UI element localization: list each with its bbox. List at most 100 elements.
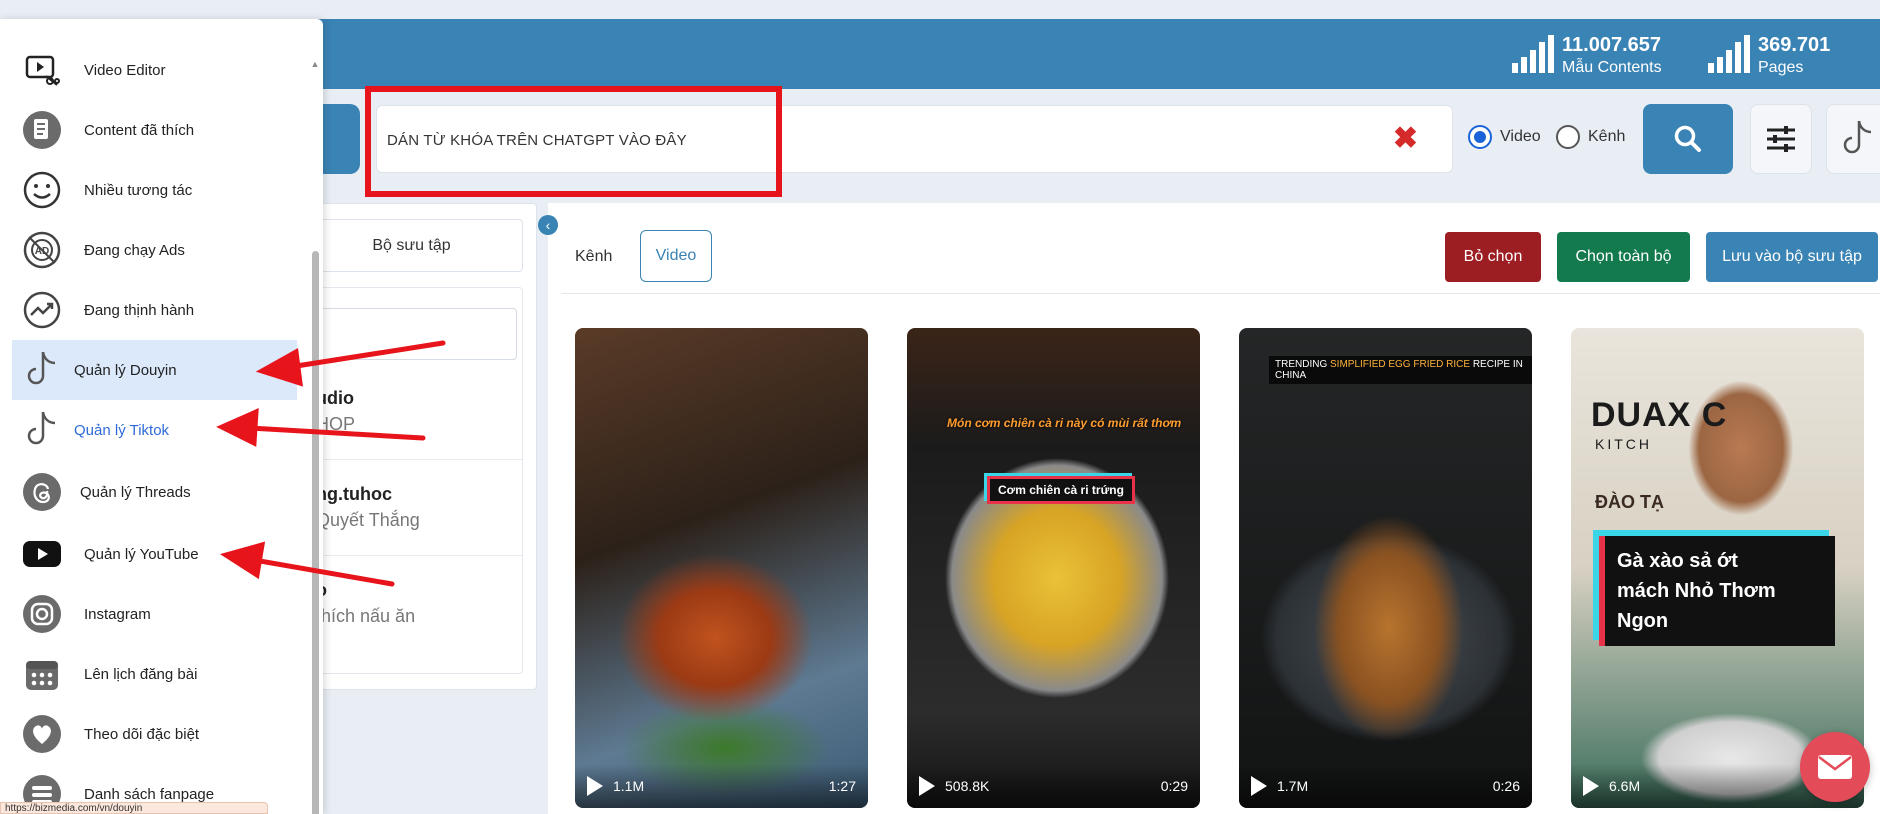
sidebar-item-label: Quản lý YouTube [84,545,199,563]
tab-collection[interactable]: Bộ sưu tập [300,219,523,272]
status-bar-url: https://bizmedia.com/vn/douyin [0,802,268,814]
video-caption: TRENDING SIMPLIFIED EGG FRIED RICE RECIP… [1269,356,1532,384]
contact-mail-button[interactable] [1800,732,1870,802]
video-card[interactable]: 1.1M 1:27 [575,328,868,808]
collection-item[interactable]: udio HOP [300,364,523,460]
search-icon [1674,125,1701,152]
video-duration: 0:26 [1492,778,1520,794]
sidebar-item-label: Theo dõi đặc biệt [84,725,200,743]
sidebar-item-label: Instagram [84,605,151,623]
sliders-icon [1767,126,1795,152]
collection-search-input[interactable] [306,308,517,360]
video-editor-icon [22,50,62,90]
collection-item[interactable]: o thích nấu ăn [300,556,523,652]
caption-line: Gà xào sả ớt [1617,550,1738,572]
radio-video[interactable]: Video [1468,125,1541,149]
document-icon [22,110,62,150]
stat-pages-label: Pages [1758,59,1804,76]
video-caption: KITCH [1595,436,1652,452]
sidebar-item-label: Nhiều tương tác [84,181,193,199]
deselect-button[interactable]: Bỏ chọn [1445,232,1541,282]
video-meta: 1.7M 0:26 [1239,764,1532,808]
sidebar-item-label: Quản lý Douyin [74,361,177,379]
caption-trending: TRENDING [1275,359,1328,370]
sidebar-item-douyin[interactable]: Quản lý Douyin [12,340,297,400]
douyin-icon [22,350,62,390]
bar-chart-icon [1708,35,1750,73]
divider [561,293,1880,294]
tiktok-platform-button[interactable] [1826,104,1880,174]
stat-contents-value: 11.007.657 [1562,34,1661,56]
sidebar-item-running-ads[interactable]: AD Đang chạy Ads [12,220,297,280]
smile-icon [22,170,62,210]
collection-item[interactable]: ng.tuhoc Quyết Thắng [300,460,523,556]
bar-chart-icon [1512,35,1554,73]
sidebar-item-youtube[interactable]: Quản lý YouTube [12,524,297,584]
filter-button[interactable] [1750,104,1812,174]
radio-channel[interactable]: Kênh [1556,125,1625,149]
mail-icon [1818,755,1852,779]
play-icon[interactable] [1583,776,1599,796]
sidebar-item-label: Đang thịnh hành [84,301,195,319]
caption-highlight: SIMPLIFIED EGG FRIED RICE [1330,359,1471,370]
search-button[interactable] [1643,104,1733,174]
video-caption: DUAX C [1591,396,1728,434]
sidebar-item-label: Video Editor [84,61,166,79]
radio-channel-dot[interactable] [1556,125,1580,149]
sidebar-item-label: Danh sách fanpage [84,785,215,803]
video-views: 1.1M [613,778,645,794]
heart-icon [22,714,62,754]
ad-icon: AD [22,230,62,270]
radio-video-dot[interactable] [1468,125,1492,149]
sidebar-item-tiktok[interactable]: Quản lý Tiktok [12,400,297,460]
search-input[interactable] [387,124,1287,156]
search-box: ✖ [376,105,1453,173]
calendar-icon [22,654,62,694]
scrollbar-thumb[interactable] [312,251,319,814]
video-caption-box: Cơm chiên cà ri trứng [987,476,1135,504]
radio-video-label: Video [1500,128,1541,145]
sidebar-item-label: Lên lịch đăng bài [84,665,198,683]
save-to-collection-button[interactable]: Lưu vào bộ sưu tập [1706,232,1878,282]
video-duration: 0:29 [1160,778,1188,794]
collection-item-subtitle: Quyết Thắng [316,510,420,530]
sidebar-item-label: Content đã thích [84,121,195,139]
play-icon[interactable] [587,776,603,796]
tiktok-icon [22,410,62,450]
stat-pages-value: 369.701 [1758,34,1831,56]
sidebar-item-high-engagement[interactable]: Nhiều tương tác [12,160,297,220]
video-caption: Món cơm chiên cà ri này có mùi rất thơm [947,416,1182,430]
radio-channel-label: Kênh [1588,128,1626,145]
tab-channel[interactable]: Kênh [575,248,612,266]
sidebar-item-liked-content[interactable]: Content đã thích [12,100,297,160]
stat-pages: 369.701 Pages [1706,33,1830,79]
video-views: 508.8K [945,778,990,794]
video-card[interactable]: Món cơm chiên cà ri này có mùi rất thơm … [907,328,1200,808]
tab-video[interactable]: Video [640,230,712,282]
sidebar-item-schedule[interactable]: Lên lịch đăng bài [12,644,297,704]
scroll-up-arrow[interactable]: ▲ [310,59,320,69]
sidebar-item-threads[interactable]: Quản lý Threads [12,462,297,522]
clear-search-icon[interactable]: ✖ [1393,124,1418,154]
video-meta: 1.1M 1:27 [575,764,868,808]
instagram-icon [22,594,62,634]
tiktok-icon [1843,120,1872,154]
play-icon[interactable] [919,776,935,796]
play-icon[interactable] [1251,776,1267,796]
sidebar-item-special-follow[interactable]: Theo dõi đặc biệt [12,704,297,764]
sidebar-item-video-editor[interactable]: Video Editor [12,40,297,100]
video-card[interactable]: TRENDING SIMPLIFIED EGG FRIED RICE RECIP… [1239,328,1532,808]
stat-contents-label: Mẫu Contents [1562,59,1662,76]
sidebar-item-trending[interactable]: Đang thịnh hành [12,280,297,340]
sidebar-menu: ▲ Video Editor Content đã thích Nhiều tư… [0,19,323,814]
caption-line: mách Nhỏ Thơm Ngon [1617,580,1776,632]
sidebar-item-label: Quản lý Tiktok [74,421,170,439]
video-duration: 1:27 [828,778,856,794]
collapse-panel-icon[interactable]: ‹ [538,215,558,235]
sidebar-item-label: Quản lý Threads [80,483,191,501]
video-caption-box: Gà xào sả ớt mách Nhỏ Thơm Ngon [1599,536,1835,646]
video-meta: 508.8K 0:29 [907,764,1200,808]
sidebar-item-label: Đang chạy Ads [84,241,185,259]
sidebar-item-instagram[interactable]: Instagram [12,584,297,644]
select-all-button[interactable]: Chọn toàn bộ [1557,232,1690,282]
